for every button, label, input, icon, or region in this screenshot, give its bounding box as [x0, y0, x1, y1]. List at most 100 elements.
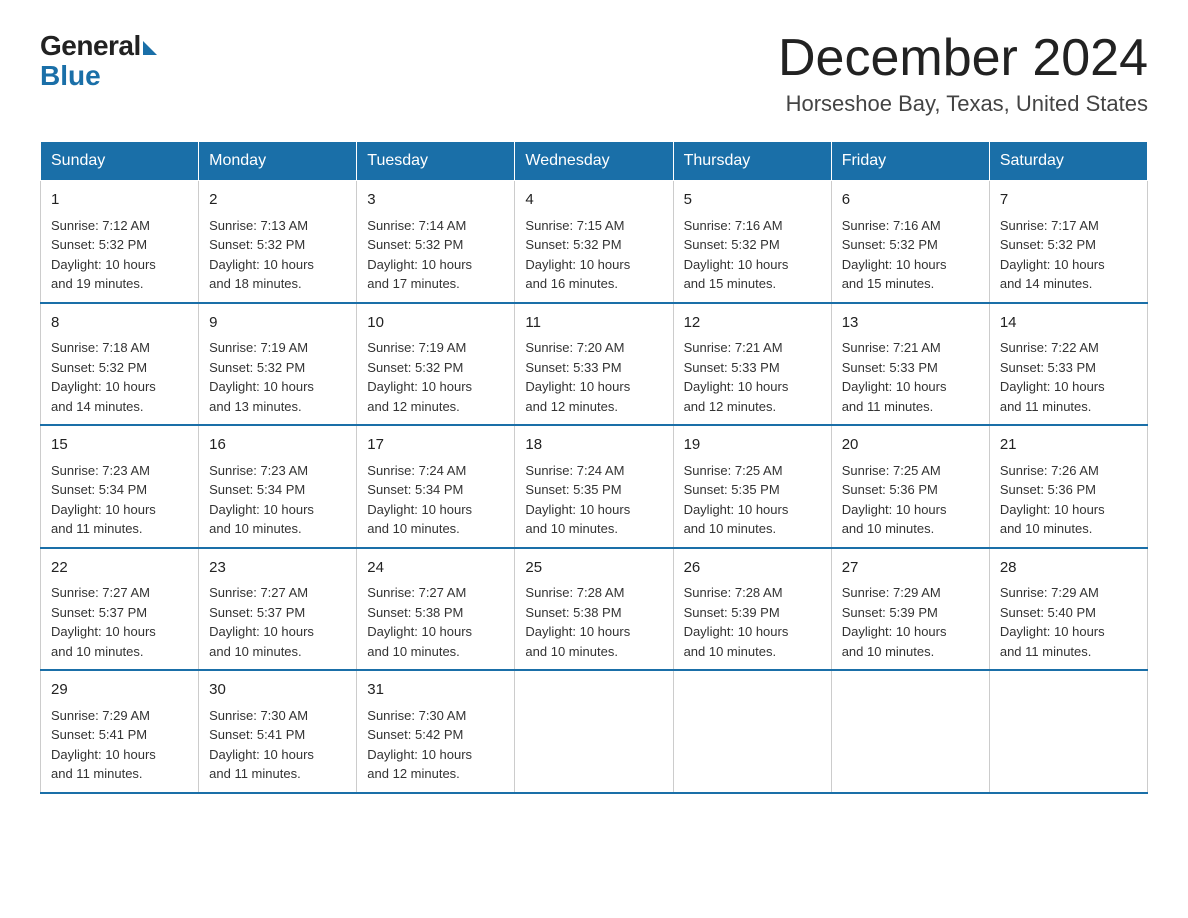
calendar-week-row: 22 Sunrise: 7:27 AMSunset: 5:37 PMDayligh…	[41, 548, 1148, 671]
day-number: 22	[51, 557, 188, 580]
calendar-cell: 25 Sunrise: 7:28 AMSunset: 5:38 PMDayligh…	[515, 548, 673, 671]
day-number: 8	[51, 312, 188, 335]
logo-blue-text: Blue	[40, 60, 101, 92]
calendar-cell: 3 Sunrise: 7:14 AMSunset: 5:32 PMDaylight…	[357, 181, 515, 303]
day-info: Sunrise: 7:16 AMSunset: 5:32 PMDaylight:…	[842, 216, 979, 294]
day-info: Sunrise: 7:18 AMSunset: 5:32 PMDaylight:…	[51, 338, 188, 416]
calendar-cell: 12 Sunrise: 7:21 AMSunset: 5:33 PMDayligh…	[673, 303, 831, 426]
calendar-cell: 8 Sunrise: 7:18 AMSunset: 5:32 PMDaylight…	[41, 303, 199, 426]
day-info: Sunrise: 7:19 AMSunset: 5:32 PMDaylight:…	[367, 338, 504, 416]
calendar-cell: 23Sunrise: 7:27 AMSunset: 5:37 PMDayligh…	[199, 548, 357, 671]
day-number: 6	[842, 189, 979, 212]
calendar-cell: 10Sunrise: 7:19 AMSunset: 5:32 PMDayligh…	[357, 303, 515, 426]
day-info: Sunrise: 7:27 AMSunset: 5:37 PMDaylight:…	[51, 583, 188, 661]
calendar-week-row: 15 Sunrise: 7:23 AMSunset: 5:34 PMDayligh…	[41, 425, 1148, 548]
day-info: Sunrise: 7:15 AMSunset: 5:32 PMDaylight:…	[525, 216, 662, 294]
day-info: Sunrise: 7:25 AMSunset: 5:35 PMDaylight:…	[684, 461, 821, 539]
day-info: Sunrise: 7:16 AMSunset: 5:32 PMDaylight:…	[684, 216, 821, 294]
day-number: 14	[1000, 312, 1137, 335]
day-info: Sunrise: 7:29 AMSunset: 5:40 PMDaylight:…	[1000, 583, 1137, 661]
day-info: Sunrise: 7:23 AMSunset: 5:34 PMDaylight:…	[51, 461, 188, 539]
day-info: Sunrise: 7:24 AMSunset: 5:34 PMDaylight:…	[367, 461, 504, 539]
calendar-cell: 29 Sunrise: 7:29 AMSunset: 5:41 PMDayligh…	[41, 670, 199, 793]
day-info: Sunrise: 7:21 AMSunset: 5:33 PMDaylight:…	[842, 338, 979, 416]
day-number: 27	[842, 557, 979, 580]
day-number: 2	[209, 189, 346, 212]
day-info: Sunrise: 7:29 AMSunset: 5:39 PMDaylight:…	[842, 583, 979, 661]
day-number: 24	[367, 557, 504, 580]
day-number: 1	[51, 189, 188, 212]
calendar-cell: 6 Sunrise: 7:16 AMSunset: 5:32 PMDaylight…	[831, 181, 989, 303]
day-info: Sunrise: 7:21 AMSunset: 5:33 PMDaylight:…	[684, 338, 821, 416]
calendar-cell: 19 Sunrise: 7:25 AMSunset: 5:35 PMDayligh…	[673, 425, 831, 548]
day-info: Sunrise: 7:19 AMSunset: 5:32 PMDaylight:…	[209, 338, 346, 416]
day-number: 18	[525, 434, 662, 457]
day-number: 12	[684, 312, 821, 335]
calendar-cell: 2 Sunrise: 7:13 AMSunset: 5:32 PMDaylight…	[199, 181, 357, 303]
day-number: 7	[1000, 189, 1137, 212]
calendar-cell: 24 Sunrise: 7:27 AMSunset: 5:38 PMDayligh…	[357, 548, 515, 671]
calendar-cell	[515, 670, 673, 793]
calendar-cell: 15 Sunrise: 7:23 AMSunset: 5:34 PMDayligh…	[41, 425, 199, 548]
day-info: Sunrise: 7:24 AMSunset: 5:35 PMDaylight:…	[525, 461, 662, 539]
day-number: 11	[525, 312, 662, 335]
calendar-week-row: 29 Sunrise: 7:29 AMSunset: 5:41 PMDayligh…	[41, 670, 1148, 793]
calendar-cell: 22 Sunrise: 7:27 AMSunset: 5:37 PMDayligh…	[41, 548, 199, 671]
logo-triangle-icon	[143, 41, 157, 55]
calendar-cell: 18 Sunrise: 7:24 AMSunset: 5:35 PMDayligh…	[515, 425, 673, 548]
month-title: December 2024	[778, 30, 1148, 87]
day-number: 4	[525, 189, 662, 212]
day-number: 9	[209, 312, 346, 335]
calendar-cell: 28Sunrise: 7:29 AMSunset: 5:40 PMDayligh…	[989, 548, 1147, 671]
calendar-week-row: 1 Sunrise: 7:12 AMSunset: 5:32 PMDaylight…	[41, 181, 1148, 303]
day-info: Sunrise: 7:28 AMSunset: 5:39 PMDaylight:…	[684, 583, 821, 661]
calendar-cell: 1 Sunrise: 7:12 AMSunset: 5:32 PMDaylight…	[41, 181, 199, 303]
calendar-cell: 27 Sunrise: 7:29 AMSunset: 5:39 PMDayligh…	[831, 548, 989, 671]
calendar-cell: 11 Sunrise: 7:20 AMSunset: 5:33 PMDayligh…	[515, 303, 673, 426]
day-info: Sunrise: 7:12 AMSunset: 5:32 PMDaylight:…	[51, 216, 188, 294]
day-number: 21	[1000, 434, 1137, 457]
day-number: 17	[367, 434, 504, 457]
calendar-cell: 21 Sunrise: 7:26 AMSunset: 5:36 PMDayligh…	[989, 425, 1147, 548]
col-header-monday: Monday	[199, 142, 357, 181]
col-header-saturday: Saturday	[989, 142, 1147, 181]
day-number: 20	[842, 434, 979, 457]
day-number: 25	[525, 557, 662, 580]
title-block: December 2024 Horseshoe Bay, Texas, Unit…	[778, 30, 1148, 117]
calendar-cell: 17 Sunrise: 7:24 AMSunset: 5:34 PMDayligh…	[357, 425, 515, 548]
day-info: Sunrise: 7:27 AMSunset: 5:38 PMDaylight:…	[367, 583, 504, 661]
day-number: 19	[684, 434, 821, 457]
day-number: 26	[684, 557, 821, 580]
calendar-cell: 7 Sunrise: 7:17 AMSunset: 5:32 PMDaylight…	[989, 181, 1147, 303]
calendar-cell: 4 Sunrise: 7:15 AMSunset: 5:32 PMDaylight…	[515, 181, 673, 303]
logo-general-text: General	[40, 30, 141, 62]
calendar-week-row: 8 Sunrise: 7:18 AMSunset: 5:32 PMDaylight…	[41, 303, 1148, 426]
day-number: 29	[51, 679, 188, 702]
calendar-cell	[673, 670, 831, 793]
day-info: Sunrise: 7:20 AMSunset: 5:33 PMDaylight:…	[525, 338, 662, 416]
calendar-cell: 13Sunrise: 7:21 AMSunset: 5:33 PMDayligh…	[831, 303, 989, 426]
day-info: Sunrise: 7:25 AMSunset: 5:36 PMDaylight:…	[842, 461, 979, 539]
day-info: Sunrise: 7:13 AMSunset: 5:32 PMDaylight:…	[209, 216, 346, 294]
day-number: 31	[367, 679, 504, 702]
calendar-cell: 9 Sunrise: 7:19 AMSunset: 5:32 PMDaylight…	[199, 303, 357, 426]
day-number: 5	[684, 189, 821, 212]
calendar-cell: 30Sunrise: 7:30 AMSunset: 5:41 PMDayligh…	[199, 670, 357, 793]
day-info: Sunrise: 7:30 AMSunset: 5:42 PMDaylight:…	[367, 706, 504, 784]
day-number: 30	[209, 679, 346, 702]
location-title: Horseshoe Bay, Texas, United States	[778, 91, 1148, 117]
calendar-cell: 31 Sunrise: 7:30 AMSunset: 5:42 PMDayligh…	[357, 670, 515, 793]
day-info: Sunrise: 7:14 AMSunset: 5:32 PMDaylight:…	[367, 216, 504, 294]
day-number: 3	[367, 189, 504, 212]
calendar-cell	[989, 670, 1147, 793]
page-header: General Blue December 2024 Horseshoe Bay…	[40, 30, 1148, 117]
calendar-cell: 26 Sunrise: 7:28 AMSunset: 5:39 PMDayligh…	[673, 548, 831, 671]
day-info: Sunrise: 7:28 AMSunset: 5:38 PMDaylight:…	[525, 583, 662, 661]
day-number: 16	[209, 434, 346, 457]
day-info: Sunrise: 7:26 AMSunset: 5:36 PMDaylight:…	[1000, 461, 1137, 539]
day-info: Sunrise: 7:17 AMSunset: 5:32 PMDaylight:…	[1000, 216, 1137, 294]
day-info: Sunrise: 7:22 AMSunset: 5:33 PMDaylight:…	[1000, 338, 1137, 416]
day-info: Sunrise: 7:29 AMSunset: 5:41 PMDaylight:…	[51, 706, 188, 784]
day-number: 15	[51, 434, 188, 457]
col-header-tuesday: Tuesday	[357, 142, 515, 181]
